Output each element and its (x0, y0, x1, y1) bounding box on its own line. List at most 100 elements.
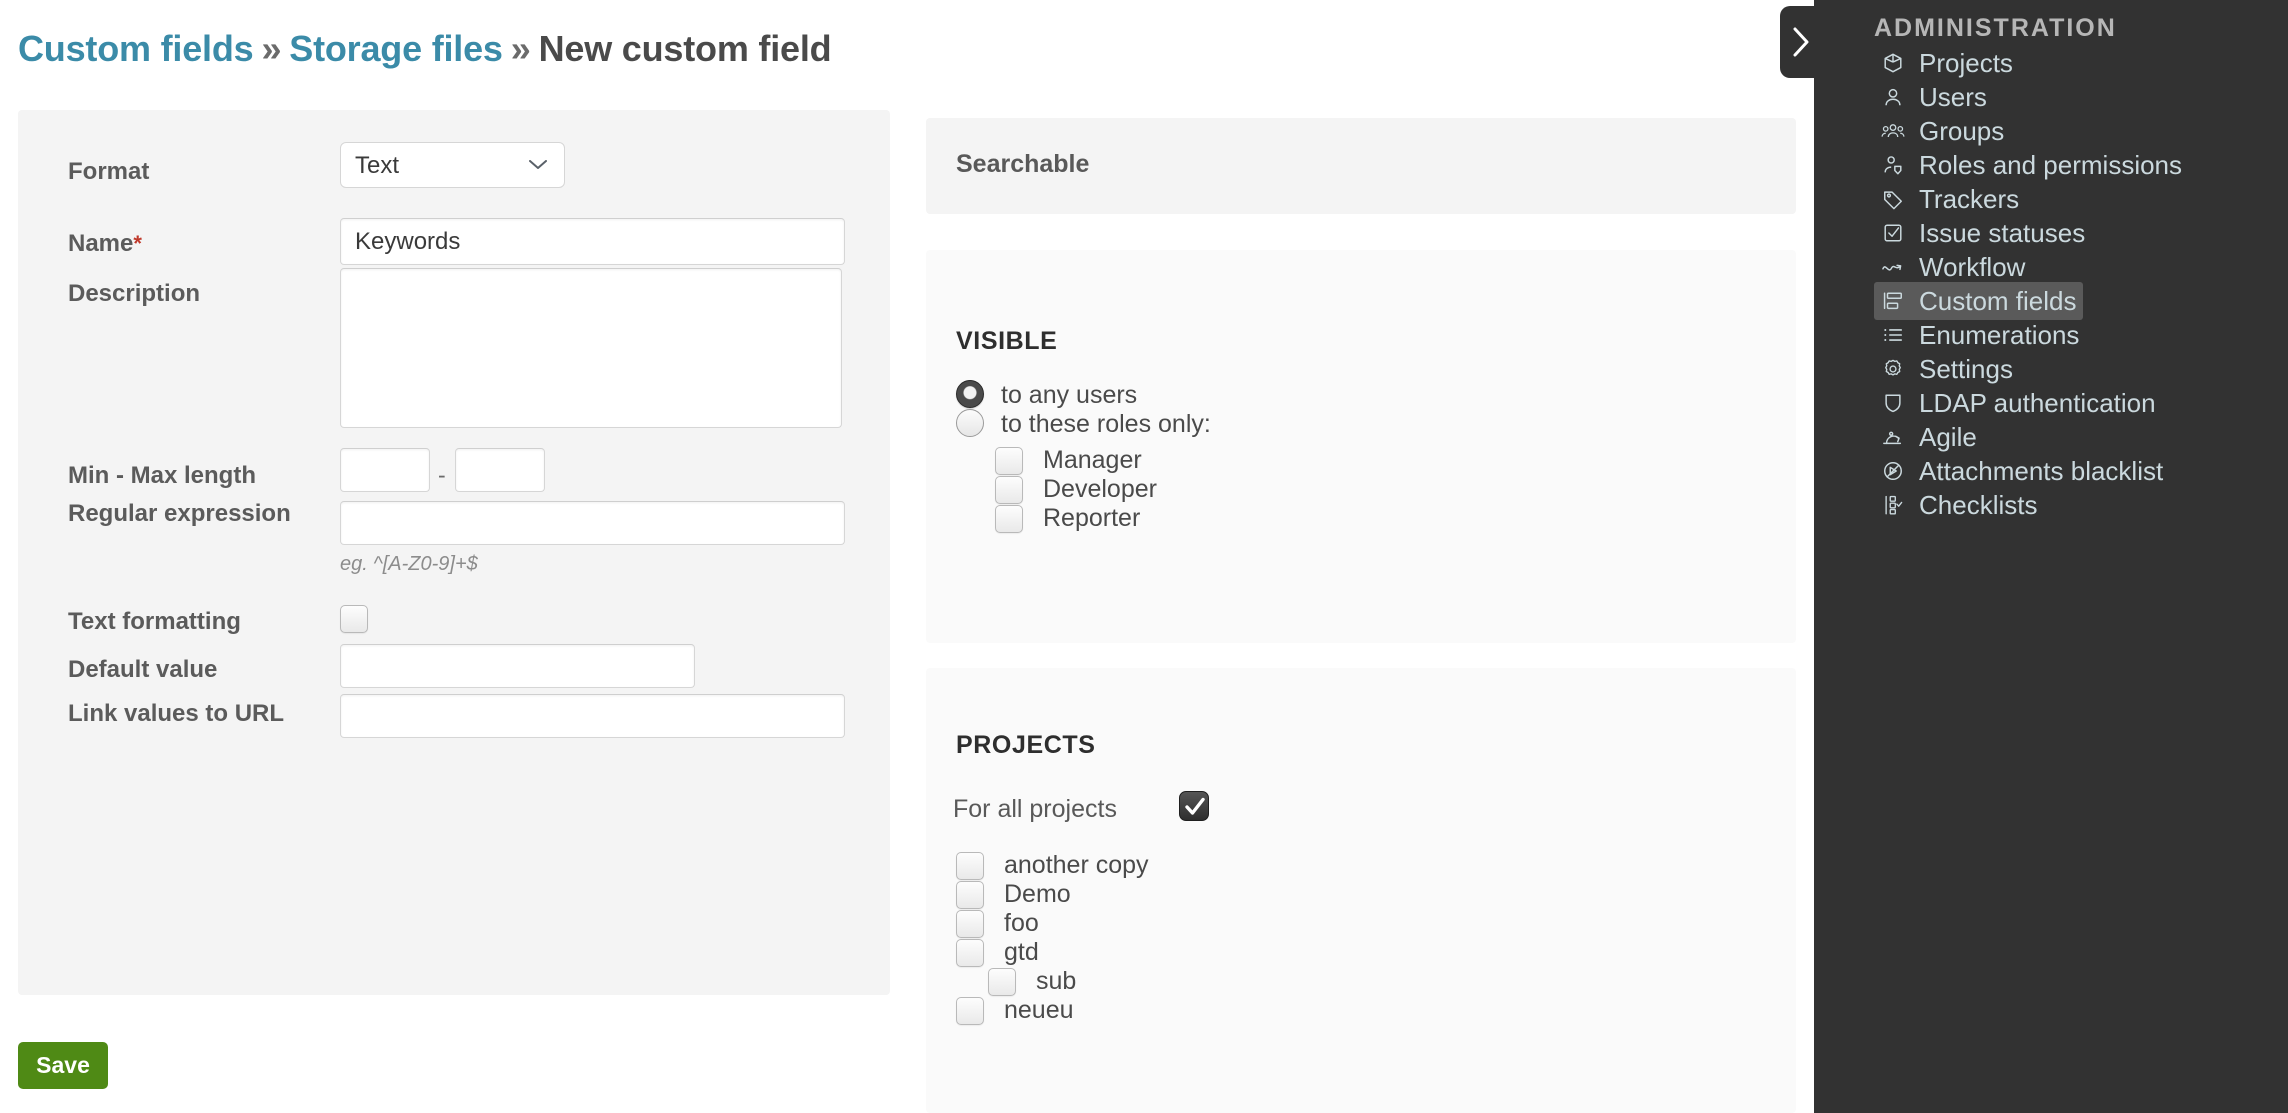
default-value-input[interactable] (340, 644, 695, 688)
sidebar-item-custom-fields[interactable]: Custom fields (1874, 282, 2083, 320)
min-length-input[interactable] (340, 448, 430, 492)
sidebar-item-label: Users (1919, 81, 1987, 112)
shield-icon (1880, 390, 1906, 416)
project-checkbox-gtd[interactable] (956, 939, 984, 967)
group-icon (1880, 118, 1906, 144)
project-label-foo: foo (1004, 909, 1039, 937)
visible-title: VISIBLE (956, 327, 1058, 355)
role-checkbox-manager[interactable] (995, 447, 1023, 475)
save-button[interactable]: Save (18, 1042, 108, 1089)
sidebar-item-label: Settings (1919, 353, 2013, 384)
sidebar-item-projects[interactable]: Projects (1874, 44, 2019, 82)
max-length-input[interactable] (455, 448, 545, 492)
role-checkbox-reporter[interactable] (995, 505, 1023, 533)
sidebar-item-roles-and-permissions[interactable]: Roles and permissions (1874, 146, 2188, 184)
sidebar-item-issue-statuses[interactable]: Issue statuses (1874, 214, 2091, 252)
project-checkbox-sub[interactable] (988, 968, 1016, 996)
project-checkbox-foo[interactable] (956, 910, 984, 938)
custom-fields-icon (1880, 288, 1906, 314)
sidebar-item-groups[interactable]: Groups (1874, 112, 2010, 150)
sidebar-item-label: Projects (1919, 47, 2013, 78)
sidebar-item-label: Custom fields (1919, 285, 2077, 316)
format-select[interactable]: Text (340, 142, 565, 188)
default-value-label: Default value (68, 656, 218, 683)
role-label-reporter: Reporter (1043, 504, 1141, 532)
project-checkbox-neueu[interactable] (956, 997, 984, 1025)
sidebar-item-label: Roles and permissions (1919, 149, 2183, 180)
visible-option-any-users-label: to any users (1001, 381, 1138, 409)
min-max-separator: - (438, 462, 446, 488)
sidebar-item-label: Enumerations (1919, 319, 2080, 350)
breadcrumb-link-storage-files[interactable]: Storage files (289, 28, 503, 69)
cube-icon (1880, 50, 1906, 76)
sidebar-item-users[interactable]: Users (1874, 78, 1993, 116)
visible-radio-these-roles[interactable] (956, 409, 984, 437)
breadcrumb-link-custom-fields[interactable]: Custom fields (18, 28, 254, 69)
project-checkbox-demo[interactable] (956, 881, 984, 909)
format-select-wrapper: Text (340, 142, 565, 188)
breadcrumb-separator: » (510, 28, 531, 69)
checklist-icon (1880, 492, 1906, 518)
sidebar-item-agile[interactable]: Agile (1874, 418, 1983, 456)
projects-title: PROJECTS (956, 731, 1096, 759)
visible-card: VISIBLE to any users to these roles only… (926, 250, 1796, 643)
regular-expression-input[interactable] (340, 501, 845, 545)
sidebar-item-label: Agile (1919, 421, 1977, 452)
role-label-manager: Manager (1043, 446, 1142, 474)
user-icon (1880, 84, 1906, 110)
sidebar-item-ldap-authentication[interactable]: LDAP authentication (1874, 384, 2162, 422)
sidebar-item-label: Groups (1919, 115, 2005, 146)
workflow-icon (1880, 254, 1906, 280)
gear-icon (1880, 356, 1906, 382)
list-icon (1880, 322, 1906, 348)
page-root: Custom fields» Storage files» New custom f… (0, 0, 2288, 1113)
attachment-blocked-icon (1880, 458, 1906, 484)
description-textarea[interactable] (340, 268, 842, 428)
check-square-icon (1880, 220, 1906, 246)
sidebar-item-label: Workflow (1919, 251, 2026, 282)
breadcrumb-current-page: New custom field (538, 28, 832, 69)
visible-radio-any-users[interactable] (956, 380, 984, 408)
regular-expression-hint: eg. ^[A-Z0-9]+$ (340, 553, 478, 575)
project-label-neueu: neueu (1004, 996, 1074, 1024)
tag-icon (1880, 186, 1906, 212)
for-all-projects-label: For all projects (953, 795, 1117, 823)
administration-sidebar: ADMINISTRATION Projects Users Groups Rol… (1814, 0, 2288, 1113)
project-label-another-copy: another copy (1004, 851, 1149, 879)
regular-expression-label: Regular expression (68, 500, 291, 527)
roles-icon (1880, 152, 1906, 178)
sidebar-item-enumerations[interactable]: Enumerations (1874, 316, 2085, 354)
sidebar-item-trackers[interactable]: Trackers (1874, 180, 2025, 218)
project-checkbox-another-copy[interactable] (956, 852, 984, 880)
min-max-length-label: Min - Max length (68, 462, 256, 489)
sidebar-item-attachments-blacklist[interactable]: Attachments blacklist (1874, 452, 2169, 490)
sidebar-item-settings[interactable]: Settings (1874, 350, 2019, 388)
visible-option-these-roles-label: to these roles only: (1001, 410, 1211, 438)
sidebar-item-checklists[interactable]: Checklists (1874, 486, 2043, 524)
role-checkbox-developer[interactable] (995, 476, 1023, 504)
sidebar-item-label: Trackers (1919, 183, 2020, 214)
link-values-to-url-input[interactable] (340, 694, 845, 738)
name-label: Name* (68, 230, 318, 258)
name-input[interactable] (340, 218, 845, 265)
sidebar-item-label: Attachments blacklist (1919, 455, 2164, 486)
sidebar-item-workflow[interactable]: Workflow (1874, 248, 2031, 286)
searchable-card: Searchable (926, 118, 2174, 214)
role-label-developer: Developer (1043, 475, 1157, 503)
breadcrumb: Custom fields» Storage files» New custom f… (18, 28, 832, 70)
project-label-gtd: gtd (1004, 938, 1039, 966)
projects-card: PROJECTS For all projects another copy D… (926, 668, 1796, 1113)
sidebar-item-label: Checklists (1919, 489, 2038, 520)
for-all-projects-checkbox[interactable] (1179, 791, 1209, 821)
sidebar-item-label: LDAP authentication (1919, 387, 2156, 418)
link-values-to-url-label: Link values to URL (68, 700, 285, 727)
name-label-text: Name (68, 230, 134, 257)
format-label: Format (68, 158, 150, 185)
agile-icon (1880, 424, 1906, 450)
text-formatting-checkbox[interactable] (340, 605, 368, 633)
sidebar-item-label: Issue statuses (1919, 217, 2086, 248)
searchable-label: Searchable (956, 150, 1090, 178)
custom-field-form-panel: Format Text Name* Description Min - Max … (18, 110, 890, 995)
required-marker: * (133, 231, 142, 256)
project-label-sub: sub (1036, 967, 1077, 995)
